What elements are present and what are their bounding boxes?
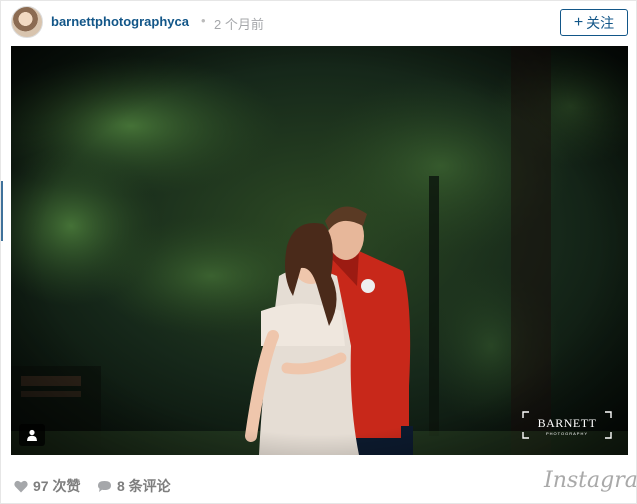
post-time[interactable]: 2 个月前 [214,14,264,33]
instagram-logo[interactable]: Instagram [544,468,637,493]
header-separator: • [201,13,206,28]
watermark-text: BARNETT [538,416,597,430]
watermark-subtext: PHOTOGRAPHY [546,431,588,436]
comment-bubble-icon [98,480,111,492]
user-tag-button[interactable] [19,424,45,446]
post-header: barnettphotographyca • 2 个月前 + 关注 [1,1,636,45]
instagram-embed-card: barnettphotographyca • 2 个月前 + 关注 BARNET… [0,0,637,504]
heart-icon [14,480,28,492]
wedding-photo-image [11,46,628,455]
follow-button[interactable]: + 关注 [560,9,628,36]
person-icon [27,429,37,441]
likes-label: 97 次赞 [33,478,81,494]
photographer-watermark: BARNETT PHOTOGRAPHY [521,410,613,440]
follow-label: 关注 [586,14,615,31]
likes-count[interactable]: 97 次赞 [14,476,80,496]
left-accent-bar [1,181,3,241]
username-link[interactable]: barnettphotographyca [51,14,189,29]
comments-count[interactable]: 8 条评论 [97,476,171,496]
post-footer: 97 次赞 8 条评论 Instagram [1,463,637,503]
comments-label: 8 条评论 [117,478,171,494]
plus-icon: + [573,13,584,31]
watermark-frame: BARNETT PHOTOGRAPHY [522,411,612,439]
avatar[interactable] [11,6,43,38]
post-photo[interactable]: BARNETT PHOTOGRAPHY [11,46,628,455]
